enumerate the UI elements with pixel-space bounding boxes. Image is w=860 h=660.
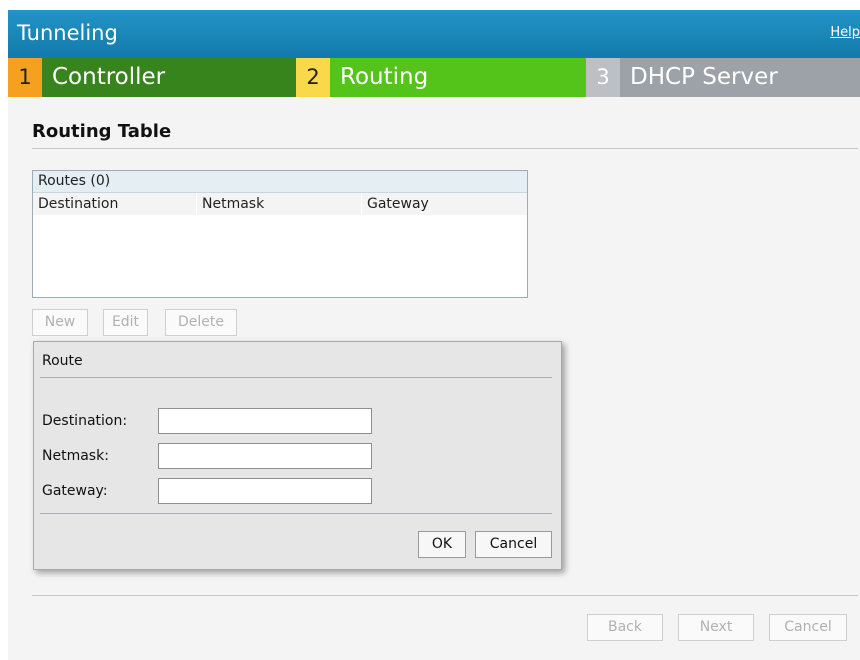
column-header-gateway[interactable]: Gateway <box>362 193 527 215</box>
routes-table-header: Destination Netmask Gateway <box>33 193 527 215</box>
gateway-input[interactable] <box>158 478 372 504</box>
cancel-button[interactable]: Cancel <box>475 531 552 558</box>
column-header-netmask[interactable]: Netmask <box>197 193 362 215</box>
step-dhcp-server[interactable]: 3 DHCP Server <box>586 58 860 97</box>
step-label: Routing <box>330 58 586 97</box>
netmask-label: Netmask: <box>42 448 109 464</box>
destination-label: Destination: <box>42 413 128 429</box>
step-label: Controller <box>42 58 296 97</box>
help-link[interactable]: Help <box>830 25 860 40</box>
step-label: DHCP Server <box>620 58 860 97</box>
ok-button[interactable]: OK <box>418 531 466 558</box>
step-controller[interactable]: 1 Controller <box>8 58 296 97</box>
column-header-destination[interactable]: Destination <box>33 193 197 215</box>
divider <box>40 377 552 378</box>
section-title: Routing Table <box>32 121 172 142</box>
step-number: 3 <box>586 58 620 97</box>
route-dialog: Route Destination: Netmask: Gateway: OK … <box>33 341 562 570</box>
divider <box>32 148 858 149</box>
new-button[interactable]: New <box>32 309 88 336</box>
routes-table: Routes (0) Destination Netmask Gateway <box>32 170 528 298</box>
divider <box>40 513 552 514</box>
destination-input[interactable] <box>158 408 372 434</box>
title-bar: Tunneling Help <box>8 10 860 58</box>
step-number: 2 <box>296 58 330 97</box>
edit-button[interactable]: Edit <box>103 309 148 336</box>
netmask-input[interactable] <box>158 443 372 469</box>
routes-table-caption: Routes (0) <box>33 171 527 193</box>
footer-cancel-button[interactable]: Cancel <box>769 614 847 641</box>
gateway-label: Gateway: <box>42 483 108 499</box>
wizard-steps: 1 Controller 2 Routing 3 DHCP Server <box>8 58 860 97</box>
next-button[interactable]: Next <box>678 614 754 641</box>
dialog-title: Route <box>42 353 83 369</box>
tunneling-wizard: Tunneling Help 1 Controller 2 Routing 3 … <box>8 10 860 660</box>
routes-table-body <box>33 215 527 295</box>
back-button[interactable]: Back <box>587 614 663 641</box>
delete-button[interactable]: Delete <box>165 309 237 336</box>
step-number: 1 <box>8 58 42 97</box>
divider <box>32 595 858 596</box>
page-title: Tunneling <box>17 21 118 45</box>
step-routing[interactable]: 2 Routing <box>296 58 586 97</box>
